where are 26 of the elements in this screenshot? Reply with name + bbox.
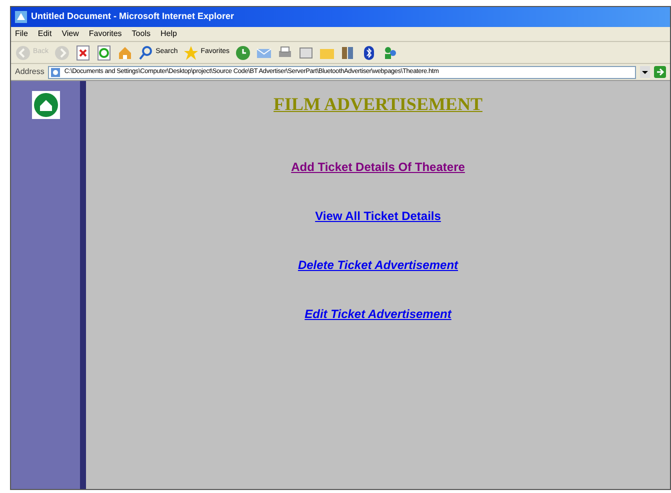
- page-icon: [51, 68, 60, 76]
- clock-icon[interactable]: [234, 44, 251, 60]
- menu-item[interactable]: View: [62, 28, 79, 40]
- menu-item[interactable]: Help: [160, 28, 177, 40]
- menu-item[interactable]: Favorites: [88, 28, 122, 40]
- refresh-icon[interactable]: [96, 44, 112, 60]
- go-icon[interactable]: [654, 66, 666, 78]
- dropdown-icon[interactable]: [640, 66, 650, 78]
- menu-item[interactable]: File: [15, 28, 28, 40]
- window-title: Untitled Document - Microsoft Internet Explorer: [31, 10, 234, 24]
- link[interactable]: Add Ticket Details Of Theatere: [291, 158, 465, 176]
- home-icon[interactable]: [32, 91, 60, 119]
- search-icon: [138, 44, 154, 60]
- document-icon[interactable]: [298, 44, 314, 60]
- link[interactable]: Edit Ticket Advertisement: [304, 305, 452, 323]
- stop-icon[interactable]: [74, 44, 91, 60]
- link[interactable]: View All Ticket Details: [315, 207, 441, 225]
- home-icon[interactable]: [116, 44, 133, 60]
- menu-item[interactable]: Edit: [38, 28, 52, 40]
- books-icon[interactable]: [340, 44, 356, 60]
- link[interactable]: Delete Ticket Advertisement: [298, 256, 458, 274]
- star-icon: [182, 44, 199, 60]
- menu-item[interactable]: Tools: [132, 28, 150, 40]
- browser-icon: [15, 11, 27, 23]
- page-heading: FILM ADVERTISEMENT: [274, 93, 482, 116]
- address-label: Address: [15, 66, 44, 78]
